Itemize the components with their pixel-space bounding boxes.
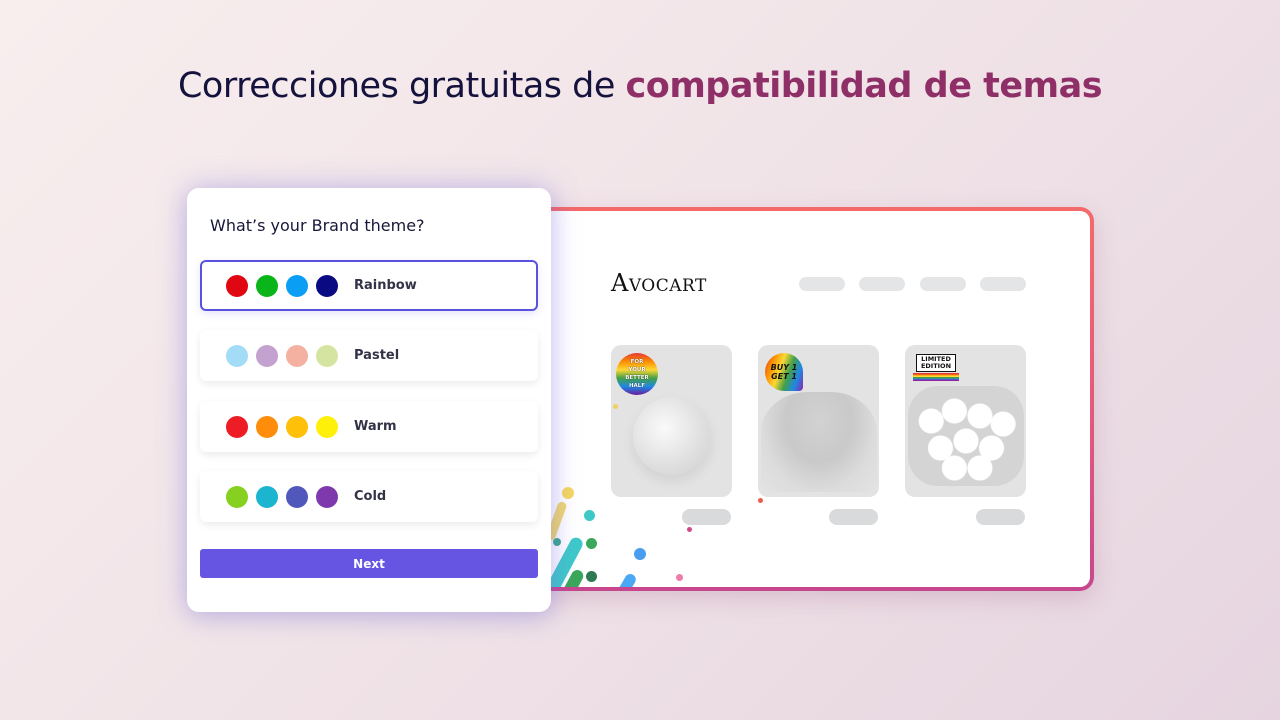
product-card-bread[interactable]: FOR YOUR BETTER HALF [611, 345, 732, 497]
price-placeholder-1 [682, 509, 731, 525]
brand-theme-quiz-card: What’s your Brand theme? Rainbow Pastel … [187, 188, 551, 612]
color-swatch [256, 485, 278, 508]
next-button[interactable]: Next [200, 549, 538, 578]
color-swatch [256, 415, 278, 438]
headline-accent: compatibilidad de temas [625, 66, 1103, 106]
color-swatch [226, 415, 248, 438]
theme-option-label: Cold [354, 489, 387, 504]
limited-edition-badge: LIMITED EDITION [913, 354, 959, 381]
color-swatch [286, 274, 308, 297]
color-swatch [286, 344, 308, 367]
confetti-dot [584, 510, 595, 521]
quiz-question: What’s your Brand theme? [210, 216, 425, 235]
store-preview: Avocart FOR YOUR BETTER HALF BUY 1 GET 1 [533, 207, 1094, 591]
headline-prefix: Correcciones gratuitas de [177, 66, 626, 106]
theme-option-rainbow[interactable]: Rainbow [200, 260, 538, 311]
confetti-dot [687, 527, 692, 532]
for-your-better-half-badge: FOR YOUR BETTER HALF [616, 353, 658, 395]
badge-line: FOR [630, 359, 644, 365]
theme-option-pastel[interactable]: Pastel [200, 330, 538, 381]
confetti-dot [634, 548, 646, 560]
theme-option-cold[interactable]: Cold [200, 471, 538, 522]
nav-placeholder-2 [859, 277, 905, 291]
color-swatch [226, 485, 248, 508]
burger-image [760, 392, 877, 493]
color-swatch [316, 274, 338, 297]
color-swatch [316, 415, 338, 438]
badge-line: YOUR [628, 367, 646, 373]
confetti-dot [758, 498, 763, 503]
bread-image [632, 397, 711, 476]
price-placeholder-3 [976, 509, 1025, 525]
price-placeholder-2 [829, 509, 878, 525]
store-preview-canvas: Avocart FOR YOUR BETTER HALF BUY 1 GET 1 [537, 211, 1090, 587]
page-headline: Correcciones gratuitas de compatibilidad… [0, 66, 1280, 106]
color-swatch [256, 344, 278, 367]
confetti-dot [586, 538, 597, 549]
color-swatch [226, 344, 248, 367]
color-swatch [286, 415, 308, 438]
product-card-burger[interactable]: BUY 1 GET 1 [758, 345, 879, 497]
color-swatch [286, 485, 308, 508]
confetti-dot [562, 487, 574, 499]
theme-option-warm[interactable]: Warm [200, 401, 538, 452]
badge-line: BUY 1 [770, 363, 798, 372]
color-swatch [316, 344, 338, 367]
nav-placeholder-3 [920, 277, 966, 291]
badge-line: EDITION [920, 362, 952, 370]
color-swatch [226, 274, 248, 297]
color-swatch [316, 485, 338, 508]
eggs-image [907, 386, 1024, 487]
confetti-dot [676, 574, 683, 581]
confetti-dot [586, 571, 597, 582]
store-logo: Avocart [611, 269, 707, 297]
confetti-dot [613, 404, 618, 409]
confetti-dot [553, 538, 561, 546]
confetti-streak [615, 571, 638, 587]
nav-placeholder-4 [980, 277, 1026, 291]
theme-option-label: Rainbow [354, 278, 417, 293]
rainbow-flag-icon [913, 373, 959, 381]
theme-option-label: Warm [354, 419, 397, 434]
badge-line: BETTER [625, 375, 649, 381]
product-card-eggs[interactable]: LIMITED EDITION [905, 345, 1026, 497]
badge-line: GET 1 [771, 372, 797, 381]
color-swatch [256, 274, 278, 297]
badge-line: HALF [628, 383, 646, 389]
theme-option-label: Pastel [354, 348, 400, 363]
limited-edition-label: LIMITED EDITION [916, 354, 956, 372]
nav-placeholder-1 [799, 277, 845, 291]
buy-1-get-1-badge: BUY 1 GET 1 [765, 353, 803, 391]
